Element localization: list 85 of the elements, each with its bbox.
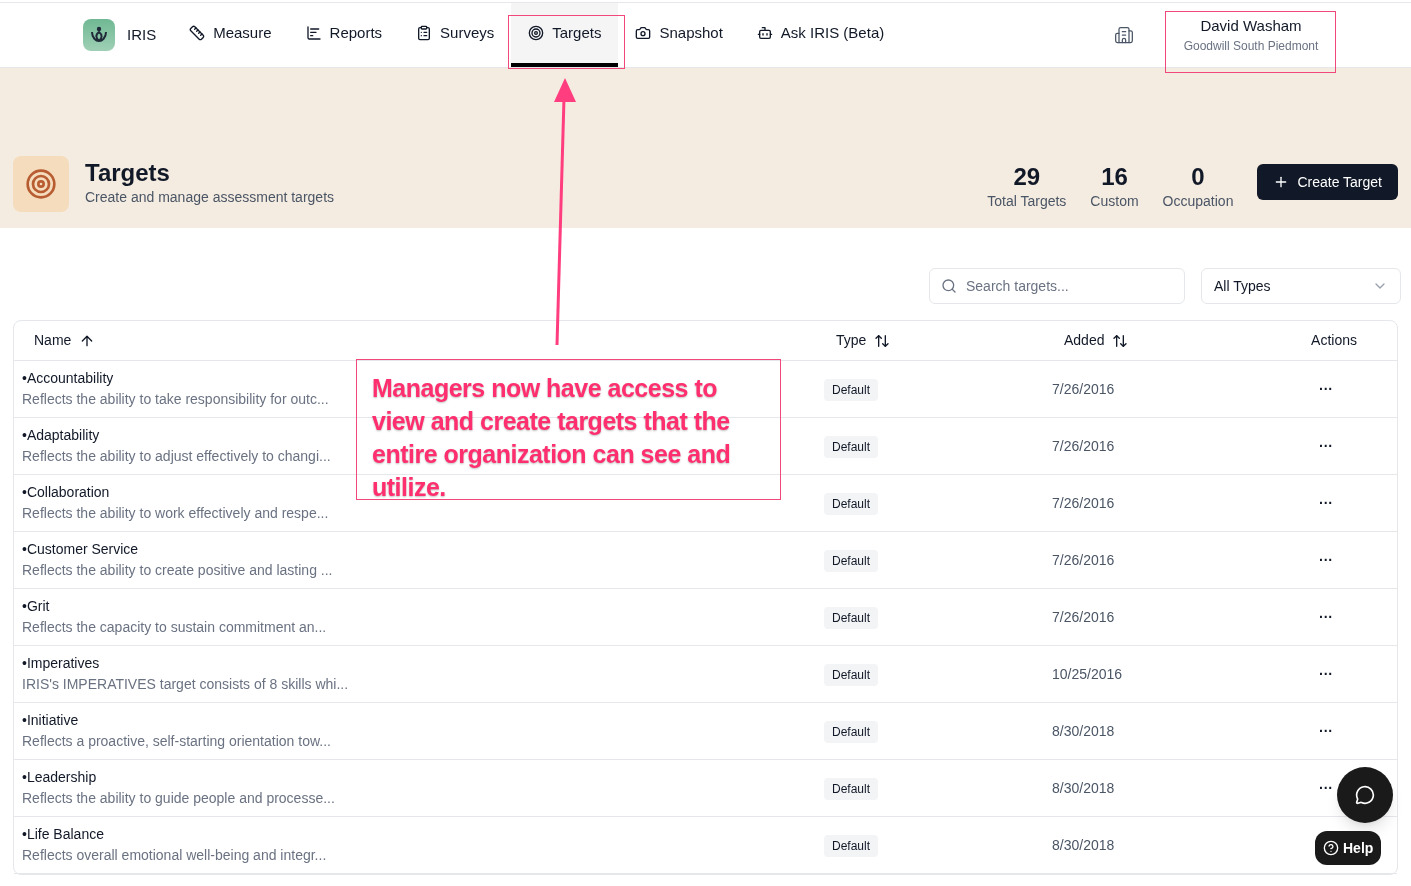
target-name[interactable]: •Accountability bbox=[22, 368, 114, 389]
ruler-icon bbox=[189, 25, 206, 41]
bar-chart-icon bbox=[305, 25, 322, 41]
more-actions-button[interactable]: ··· bbox=[1319, 606, 1333, 628]
callout-text: Managers now have access to view and create targets that the entire organization can see and utilize. bbox=[372, 373, 732, 503]
type-badge: Default bbox=[824, 607, 879, 629]
target-name[interactable]: •Imperatives bbox=[22, 653, 100, 674]
stat-value: 16 bbox=[1101, 163, 1128, 191]
date-added: 8/30/2018 bbox=[1052, 780, 1115, 796]
search-icon bbox=[941, 278, 957, 294]
stat-label: Custom bbox=[1090, 192, 1139, 211]
more-actions-button[interactable]: ··· bbox=[1319, 492, 1333, 514]
more-actions-button[interactable]: ··· bbox=[1319, 435, 1333, 457]
type-badge: Default bbox=[824, 778, 879, 800]
organization-name: Goodwill South Piedmont bbox=[1183, 38, 1319, 56]
date-added: 7/26/2016 bbox=[1052, 438, 1115, 454]
help-button[interactable]: Help bbox=[1315, 831, 1382, 865]
target-name[interactable]: •Collaboration bbox=[22, 482, 110, 503]
nav-tab[interactable]: Measure bbox=[172, 3, 289, 67]
date-added: 7/26/2016 bbox=[1052, 495, 1115, 511]
type-badge: Default bbox=[824, 550, 879, 572]
type-badge: Default bbox=[824, 493, 879, 515]
more-actions-button[interactable]: ··· bbox=[1319, 663, 1333, 685]
camera-icon bbox=[635, 25, 652, 41]
target-description: Reflects overall emotional well-being and integr... bbox=[22, 846, 327, 865]
clipboard-icon bbox=[416, 25, 433, 41]
column-header[interactable]: Actions bbox=[1311, 330, 1357, 351]
stat-value: 0 bbox=[1191, 163, 1205, 191]
target-name[interactable]: •Adaptability bbox=[22, 425, 100, 446]
target-description: Reflects the ability to adjust effectively to changi... bbox=[22, 447, 331, 466]
target-description: Reflects the capacity to sustain commitment an... bbox=[22, 618, 327, 637]
page-subtitle: Create and manage assessment targets bbox=[85, 188, 335, 207]
page-title: Targets bbox=[85, 159, 171, 187]
date-added: 10/25/2016 bbox=[1052, 666, 1123, 682]
target-description: Reflects a proactive, self-starting orientation tow... bbox=[22, 732, 331, 751]
more-actions-button[interactable]: ··· bbox=[1319, 777, 1333, 799]
column-header[interactable]: Name bbox=[34, 330, 72, 351]
target-icon bbox=[13, 156, 69, 212]
more-actions-button[interactable]: ··· bbox=[1319, 378, 1333, 400]
date-added: 7/26/2016 bbox=[1052, 552, 1115, 568]
target-name[interactable]: •Customer Service bbox=[22, 539, 139, 560]
help-icon bbox=[1323, 840, 1339, 856]
nav-tab[interactable]: Targets bbox=[511, 3, 619, 67]
more-actions-button[interactable]: ··· bbox=[1319, 549, 1333, 571]
robot-icon bbox=[756, 25, 773, 41]
building-icon[interactable] bbox=[1114, 25, 1134, 45]
sort-icon[interactable] bbox=[1112, 332, 1129, 349]
target-description: Reflects the ability to work effectively and respe... bbox=[22, 504, 329, 523]
type-dropdown[interactable]: All Types bbox=[1201, 268, 1401, 304]
more-actions-button[interactable]: ··· bbox=[1319, 720, 1333, 742]
chat-button[interactable] bbox=[1337, 767, 1393, 823]
target-icon bbox=[528, 25, 545, 41]
target-description: Reflects the ability to take responsibility for outc... bbox=[22, 390, 329, 409]
user-name: David Washam bbox=[1200, 15, 1302, 36]
stat-value: 29 bbox=[1013, 163, 1041, 191]
type-badge: Default bbox=[824, 379, 879, 401]
target-description: Reflects the ability to create positive and lasting ... bbox=[22, 561, 333, 580]
chat-icon bbox=[1355, 785, 1375, 805]
sort-icon[interactable] bbox=[874, 332, 891, 349]
brand-name: IRIS bbox=[127, 24, 157, 45]
target-name[interactable]: •Leadership bbox=[22, 767, 97, 788]
date-added: 8/30/2018 bbox=[1052, 837, 1115, 853]
logo-icon[interactable] bbox=[83, 19, 115, 51]
target-name[interactable]: •Life Balance bbox=[22, 824, 104, 845]
date-added: 7/26/2016 bbox=[1052, 609, 1115, 625]
target-description: IRIS's IMPERATIVES target consists of 8 skills whi... bbox=[22, 675, 349, 694]
type-badge: Default bbox=[824, 721, 879, 743]
target-name[interactable]: •Initiative bbox=[22, 710, 79, 731]
nav-tab[interactable]: Reports bbox=[288, 3, 400, 67]
nav-tab[interactable]: Ask IRIS (Beta) bbox=[739, 3, 902, 67]
nav-tab[interactable]: Surveys bbox=[399, 3, 512, 67]
stat-label: Total Targets bbox=[987, 192, 1067, 211]
type-badge: Default bbox=[824, 835, 879, 857]
column-header[interactable]: Added bbox=[1064, 330, 1105, 351]
search-field[interactable]: Search targets... bbox=[929, 268, 1185, 304]
target-name[interactable]: •Grit bbox=[22, 596, 50, 617]
stat-label: Occupation bbox=[1162, 192, 1234, 211]
create-target-button[interactable]: Create Target bbox=[1257, 164, 1398, 200]
type-badge: Default bbox=[824, 664, 879, 686]
date-added: 7/26/2016 bbox=[1052, 381, 1115, 397]
nav-tab[interactable]: Snapshot bbox=[618, 3, 740, 67]
date-added: 8/30/2018 bbox=[1052, 723, 1115, 739]
target-description: Reflects the ability to guide people and processe... bbox=[22, 789, 335, 808]
column-header[interactable]: Type bbox=[836, 330, 867, 351]
type-badge: Default bbox=[824, 436, 879, 458]
